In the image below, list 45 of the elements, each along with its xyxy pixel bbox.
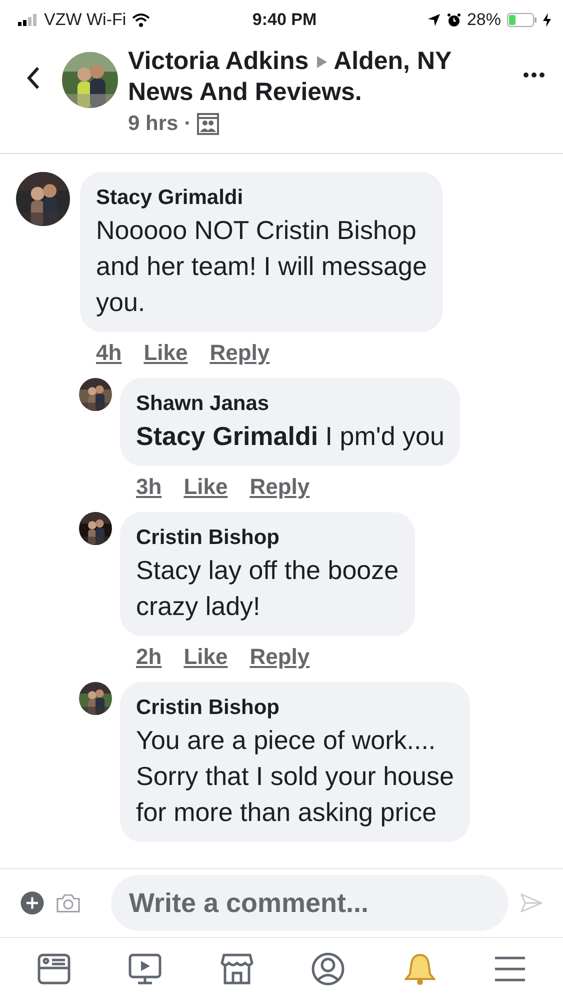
comment-time[interactable]: 3h <box>136 474 162 500</box>
shop-icon[interactable] <box>220 953 254 985</box>
comment-text: and her team! I will message <box>96 250 427 283</box>
group-audience-icon <box>197 113 220 135</box>
charging-icon <box>543 13 551 27</box>
comment-text: Nooooo NOT Cristin Bishop <box>96 214 418 247</box>
separator-dot: · <box>184 112 192 136</box>
comment-time[interactable]: 2h <box>136 644 162 670</box>
group-name: News And Reviews. <box>128 77 363 108</box>
comment-author[interactable]: Cristin Bishop <box>136 524 399 552</box>
reply-link[interactable]: Reply <box>250 474 310 500</box>
comment-text: Stacy lay off the booze <box>136 554 399 587</box>
location-icon <box>426 13 441 27</box>
news-feed-icon[interactable] <box>36 953 71 985</box>
clock: 9:40 PM <box>252 10 317 30</box>
comment-text: Stacy Grimaldi I pm'd you <box>136 420 444 453</box>
comment-author[interactable]: Cristin Bishop <box>136 694 454 722</box>
comment-text: Sorry that I sold your house <box>136 760 454 793</box>
comment-author[interactable]: Stacy Grimaldi <box>96 184 427 212</box>
comment-text: for more than asking price <box>136 796 438 829</box>
comment-text: you. <box>96 286 146 319</box>
more-icon[interactable] <box>523 72 545 78</box>
like-link[interactable]: Like <box>144 340 188 366</box>
reply-link[interactable]: Reply <box>250 644 310 670</box>
comment-author[interactable]: Shawn Janas <box>136 390 444 418</box>
menu-icon[interactable] <box>494 955 526 983</box>
battery-icon <box>507 13 537 27</box>
battery-percent: 28% <box>466 10 501 30</box>
wifi-icon <box>132 13 150 27</box>
carrier-name: VZW Wi-Fi <box>44 10 126 30</box>
comment-time[interactable]: 4h <box>96 340 122 366</box>
like-link[interactable]: Like <box>184 474 228 500</box>
comment-text: crazy lady! <box>136 590 262 623</box>
comment-field[interactable]: Write a comment... <box>110 875 508 931</box>
profile-icon[interactable] <box>311 952 346 986</box>
like-link[interactable]: Like <box>184 644 228 670</box>
comment-text: You are a piece of work.... <box>136 724 437 757</box>
alarm-icon <box>446 13 461 27</box>
video-icon[interactable] <box>128 953 162 985</box>
arrow-icon <box>316 55 328 69</box>
signal-icon <box>18 14 38 26</box>
bell-icon[interactable] <box>402 952 437 986</box>
reply-link[interactable]: Reply <box>210 340 270 366</box>
post-title: Victoria Adkins Alden, NY <box>128 46 453 77</box>
post-time: 9 hrs <box>128 112 178 136</box>
